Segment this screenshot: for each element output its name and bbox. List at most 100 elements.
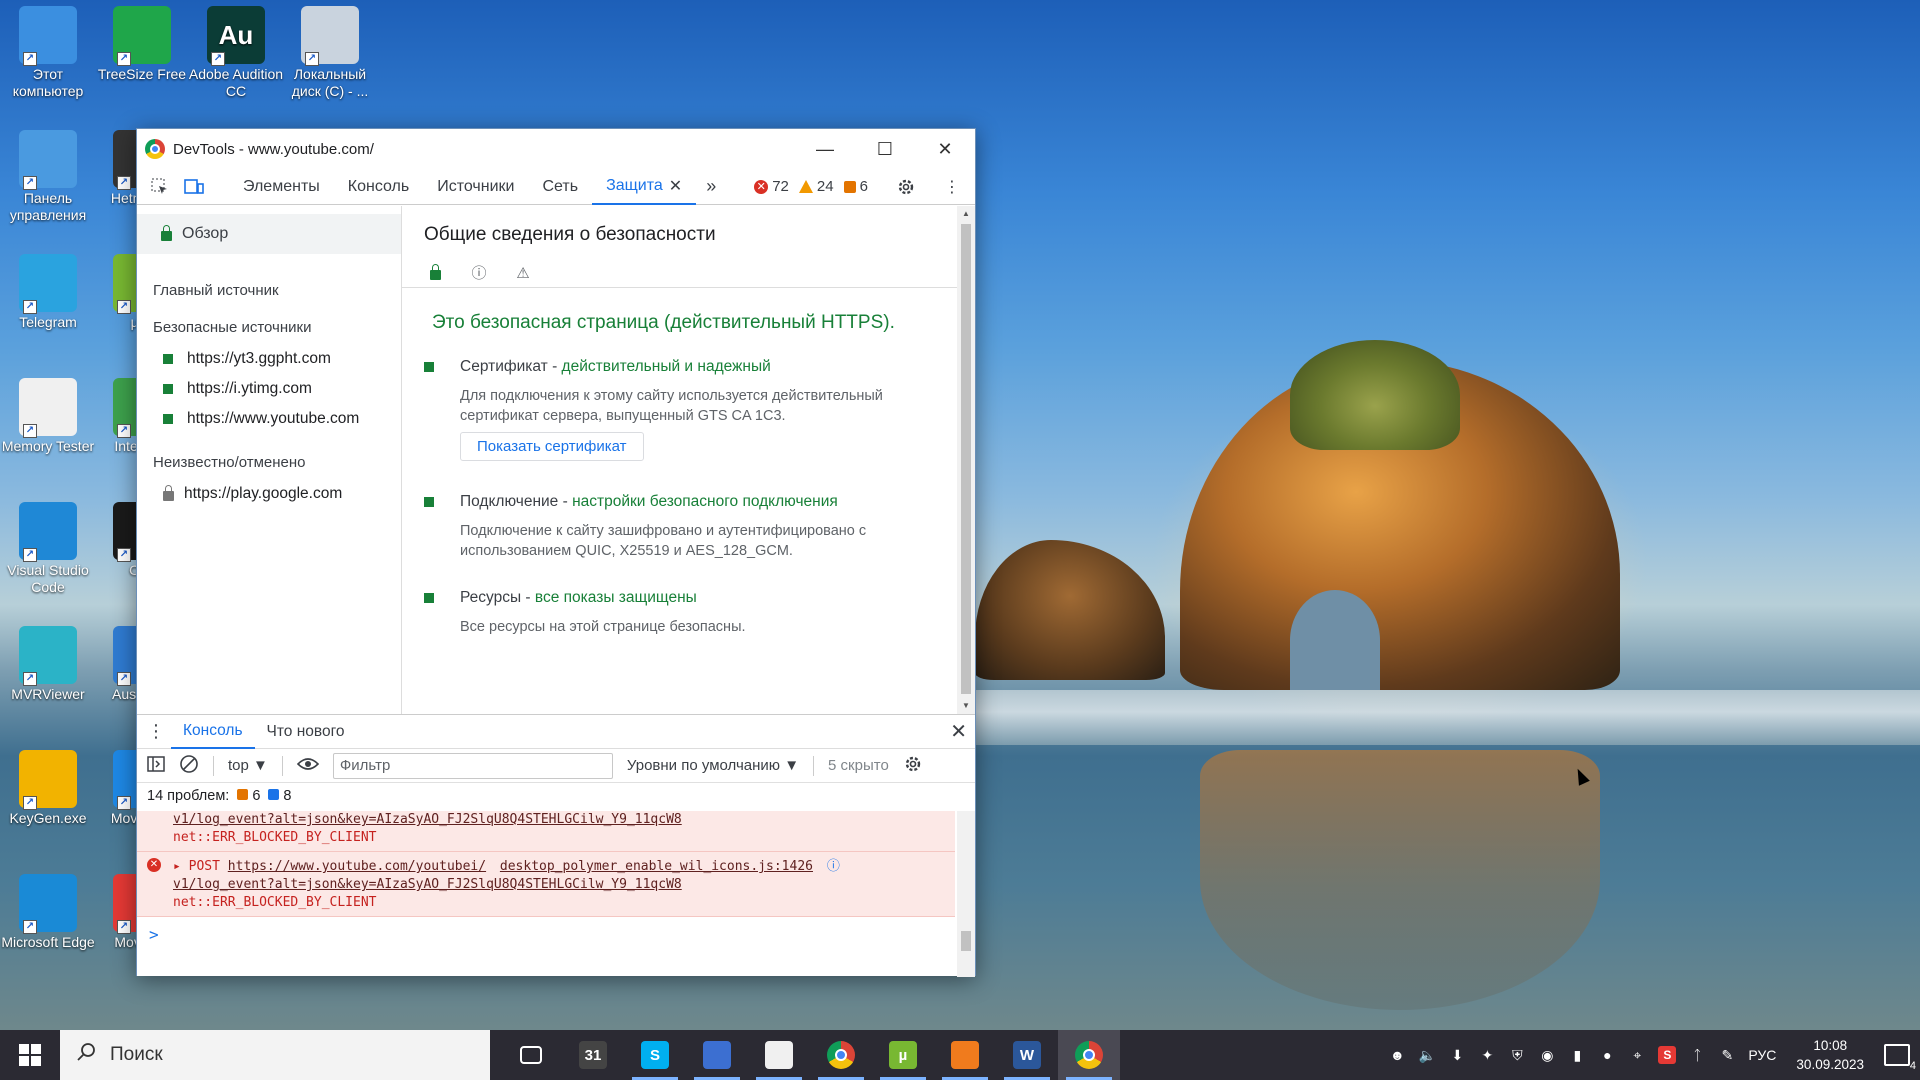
console-scrollbar[interactable]: [957, 811, 975, 977]
console-toolbar: top ▼ Фильтр Уровни по умолчанию ▼ 5 скр…: [137, 749, 975, 783]
tab-console[interactable]: Консоль: [334, 169, 423, 205]
log-url-link[interactable]: https://www.youtube.com/youtubei/: [228, 859, 486, 874]
desktop-icon[interactable]: ↗ MVRViewer: [0, 620, 96, 703]
errors-count-badge[interactable]: ✕ 72: [754, 178, 789, 195]
close-button[interactable]: ✕: [915, 129, 975, 169]
scroll-up-icon[interactable]: ▲: [957, 206, 975, 222]
clear-console-icon[interactable]: [179, 754, 199, 778]
security-overview-panel: Общие сведения о безопасности ⓘ ⚠ Это бе…: [402, 206, 975, 714]
desktop-icon[interactable]: ↗ Этот компьютер: [0, 0, 96, 100]
expand-arrow-icon[interactable]: ▸: [173, 859, 181, 874]
nvidia-icon[interactable]: ◉: [1538, 1046, 1556, 1064]
taskbar-app[interactable]: [810, 1030, 872, 1080]
log-entry-error[interactable]: v1/log_event?alt=json&key=AIzaSyAO_FJ2Sl…: [137, 811, 955, 852]
drawer-tab-console[interactable]: Консоль: [171, 715, 255, 749]
view-certificate-button[interactable]: Показать сертификат: [460, 432, 644, 461]
minimize-button[interactable]: —: [795, 129, 855, 169]
desktop-icon[interactable]: Au ↗ Adobe Audition CC: [188, 0, 284, 100]
taskbar-app[interactable]: 31: [562, 1030, 624, 1080]
filter-input[interactable]: Фильтр: [332, 752, 613, 779]
title-bar[interactable]: DevTools - www.youtube.com/ — ☐ ✕: [137, 129, 975, 169]
log-levels-dropdown[interactable]: Уровни по умолчанию ▼: [627, 757, 799, 774]
issues-count-badge[interactable]: 6: [843, 178, 868, 195]
console-prompt[interactable]: >: [137, 917, 955, 944]
treesize-icon: ↗: [113, 6, 171, 66]
bluetooth-icon[interactable]: ᛏ: [1688, 1046, 1706, 1064]
desktop-icon[interactable]: ↗ Microsoft Edge: [0, 868, 96, 951]
tab-network[interactable]: Сеть: [528, 169, 592, 205]
language-indicator[interactable]: РУС: [1748, 1047, 1776, 1063]
issues-info: 8: [268, 788, 291, 804]
sidebar-item-origin[interactable]: https://i.ytimg.com: [137, 374, 401, 404]
pen-icon[interactable]: ✎: [1718, 1046, 1736, 1064]
close-tab-icon[interactable]: ✕: [669, 176, 682, 196]
log-entry-error[interactable]: ✕ ▸ POST https://www.youtube.com/youtube…: [137, 852, 955, 917]
taskbar-app[interactable]: W: [996, 1030, 1058, 1080]
desktop-icon[interactable]: ↗ KeyGen.exe: [0, 744, 96, 827]
volume-icon[interactable]: 🔈: [1418, 1046, 1436, 1064]
desktop-icon[interactable]: ↗ Telegram: [0, 248, 96, 331]
people-icon[interactable]: ☻: [1388, 1046, 1406, 1064]
log-request-path[interactable]: v1/log_event?alt=json&key=AIzaSyAO_FJ2Sl…: [173, 812, 682, 827]
scrollbar-thumb[interactable]: [961, 931, 971, 951]
maximize-button[interactable]: ☐: [855, 129, 915, 169]
log-source-link[interactable]: desktop_polymer_enable_wil_icons.js:1426: [500, 859, 813, 874]
desktop-icon[interactable]: ↗ TreeSize Free: [94, 0, 190, 83]
console-settings-gear-icon[interactable]: [903, 754, 923, 778]
taskbar-app[interactable]: [748, 1030, 810, 1080]
context-selector[interactable]: top ▼: [228, 757, 268, 774]
sidebar-item-origin[interactable]: https://play.google.com: [137, 479, 401, 509]
network-icon[interactable]: ●: [1598, 1046, 1616, 1064]
notifications-icon[interactable]: 4: [1884, 1044, 1916, 1072]
scroll-down-icon[interactable]: ▼: [957, 698, 975, 714]
more-options-icon[interactable]: ⋮: [935, 173, 969, 201]
desktop-icon[interactable]: ↗ Visual Studio Code: [0, 496, 96, 596]
taskbar-app[interactable]: [1058, 1030, 1120, 1080]
memory-tester-icon: ↗: [19, 378, 77, 438]
wallpaper-rock-left: [975, 540, 1165, 680]
panel-scrollbar[interactable]: ▲ ▼: [957, 206, 975, 714]
warnings-count-badge[interactable]: 24: [798, 178, 834, 195]
device-toolbar-icon[interactable]: [177, 173, 211, 201]
shield-icon[interactable]: ⛨: [1508, 1046, 1526, 1064]
battery-icon[interactable]: ▮: [1568, 1046, 1586, 1064]
close-drawer-icon[interactable]: ✕: [950, 719, 967, 744]
taskbar-app[interactable]: [934, 1030, 996, 1080]
log-request-path[interactable]: v1/log_event?alt=json&key=AIzaSyAO_FJ2Sl…: [173, 877, 682, 892]
taskbar-app[interactable]: µ: [872, 1030, 934, 1080]
network-globe-icon[interactable]: ⓘ: [827, 859, 840, 874]
inspect-element-icon[interactable]: [143, 173, 177, 201]
utorrent-icon: µ: [889, 1041, 917, 1069]
tab-security[interactable]: Защита ✕: [592, 169, 697, 205]
desktop-icon[interactable]: ↗ Memory Tester: [0, 372, 96, 455]
taskbar-app[interactable]: S: [624, 1030, 686, 1080]
system-tray: ☻ 🔈 ⬇ ✦ ⛨ ◉ ▮ ● ⌖ S ᛏ ✎ РУС 10:08 30.09.…: [1388, 1030, 1920, 1080]
wifi-icon[interactable]: ⌖: [1628, 1046, 1646, 1064]
drawer-menu-icon[interactable]: ⋮: [147, 721, 171, 742]
taskbar-search[interactable]: Поиск: [60, 1030, 490, 1080]
start-button[interactable]: [0, 1030, 60, 1080]
issues-bar[interactable]: 14 проблем: 6 8: [137, 783, 975, 809]
tray-app-icon[interactable]: ✦: [1478, 1046, 1496, 1064]
live-expression-eye-icon[interactable]: [296, 757, 320, 775]
tab-elements[interactable]: Элементы: [229, 169, 334, 205]
console-log: v1/log_event?alt=json&key=AIzaSyAO_FJ2Sl…: [137, 811, 955, 977]
more-tabs-icon[interactable]: »: [696, 176, 726, 197]
sidebar-toggle-icon[interactable]: [147, 755, 165, 776]
taskbar-app[interactable]: [686, 1030, 748, 1080]
download-tray-icon[interactable]: ⬇: [1448, 1046, 1466, 1064]
telegram-icon: ↗: [19, 254, 77, 314]
taskbar-app[interactable]: [500, 1030, 562, 1080]
sidebar-item-origin[interactable]: https://yt3.ggpht.com: [137, 344, 401, 374]
tray-s-icon[interactable]: S: [1658, 1046, 1677, 1064]
tab-sources[interactable]: Источники: [423, 169, 528, 205]
drawer-tab-whats-new[interactable]: Что нового: [255, 715, 357, 749]
sidebar-item-origin[interactable]: https://www.youtube.com: [137, 404, 401, 434]
desktop-icon[interactable]: ↗ Панель управления: [0, 124, 96, 224]
log-method: POST: [188, 859, 220, 874]
settings-gear-icon[interactable]: [889, 173, 923, 201]
scrollbar-thumb[interactable]: [961, 224, 971, 694]
sidebar-item-overview[interactable]: Обзор: [137, 214, 401, 254]
clock[interactable]: 10:08 30.09.2023: [1788, 1036, 1872, 1074]
desktop-icon[interactable]: ↗ Локальный диск (C) - ...: [282, 0, 378, 100]
